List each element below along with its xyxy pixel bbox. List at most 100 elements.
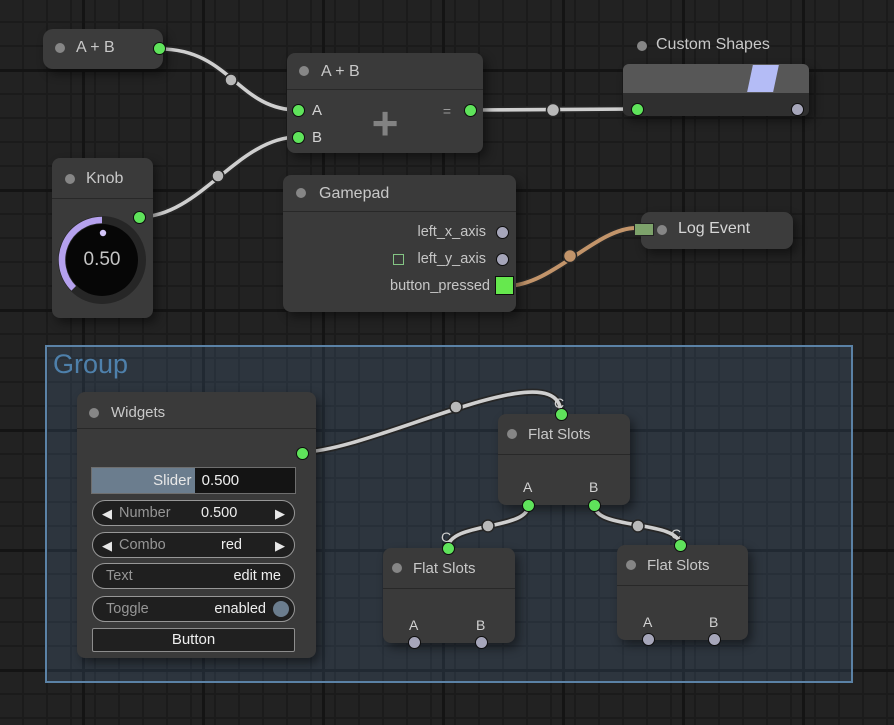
slot-label-b: B <box>709 614 718 630</box>
combo-value: red <box>221 537 242 553</box>
number-value: 0.500 <box>201 505 237 521</box>
node-ab-collapsed[interactable]: A + B <box>43 29 163 69</box>
combo-label: Combo <box>119 537 166 553</box>
output-label-eq: = <box>443 103 451 119</box>
output-slot-icon[interactable] <box>153 42 166 55</box>
slider-widget[interactable]: Slider 0.500 <box>92 468 295 493</box>
collapse-dot-icon[interactable] <box>657 225 667 235</box>
output-slot-icon[interactable] <box>791 103 804 116</box>
output-slot-icon[interactable] <box>464 104 477 117</box>
slot-c-icon[interactable] <box>442 542 455 555</box>
node-titlebar[interactable]: Gamepad <box>283 175 516 212</box>
node-flat-slots-right[interactable]: C Flat Slots A B <box>617 545 748 640</box>
collapse-dot-icon[interactable] <box>637 41 647 51</box>
reroute-dot[interactable] <box>225 74 237 86</box>
arrow-right-icon[interactable]: ▶ <box>275 538 285 554</box>
node-flat-slots-top[interactable]: C Flat Slots A B <box>498 414 630 505</box>
slot-label-b: B <box>589 479 598 495</box>
text-value: edit me <box>233 568 281 584</box>
node-title: Log Event <box>678 220 750 238</box>
node-title: Flat Slots <box>647 557 710 574</box>
slot-c-icon[interactable] <box>555 408 568 421</box>
node-knob[interactable]: Knob 0.50 <box>52 158 153 318</box>
number-widget[interactable]: ◀ Number 0.500 ▶ <box>92 500 295 526</box>
node-titlebar[interactable]: A + B <box>287 53 483 90</box>
node-titlebar[interactable]: Widgets <box>77 392 316 429</box>
knob-arc <box>62 220 102 288</box>
node-title: Flat Slots <box>528 426 591 443</box>
text-widget[interactable]: Text edit me <box>92 563 295 589</box>
event-slot-icon[interactable] <box>495 276 514 295</box>
node-ab-main[interactable]: A + B A B + = <box>287 53 483 153</box>
slot-label-b: B <box>476 617 485 633</box>
wire-eq-to-customshapes[interactable] <box>470 109 637 110</box>
output-label: left_y_axis <box>417 251 486 267</box>
input-slot-a-icon[interactable] <box>292 104 305 117</box>
toggle-value: enabled <box>214 601 266 617</box>
output-slot-icon[interactable] <box>496 253 509 266</box>
output-label: left_x_axis <box>417 224 486 240</box>
wire-absmall-to-a[interactable] <box>160 49 298 110</box>
output-slot-icon[interactable] <box>496 226 509 239</box>
slot-a-icon[interactable] <box>642 633 655 646</box>
knob-marker-icon <box>100 230 106 236</box>
output-slot-icon[interactable] <box>133 211 146 224</box>
slot-a-icon[interactable] <box>408 636 421 649</box>
slot-b-icon[interactable] <box>588 499 601 512</box>
node-widgets[interactable]: Widgets Slider 0.500 ◀ Number 0.500 ▶ ◀ … <box>77 392 316 658</box>
collapse-dot-icon[interactable] <box>55 43 65 53</box>
slider-label: Slider <box>153 472 191 489</box>
arrow-right-icon[interactable]: ▶ <box>275 506 285 522</box>
node-title: Flat Slots <box>413 560 476 577</box>
node-title: Widgets <box>111 404 165 421</box>
slot-label-a: A <box>523 479 532 495</box>
reroute-dot[interactable] <box>564 250 577 263</box>
slot-a-icon[interactable] <box>522 499 535 512</box>
node-title: Custom Shapes <box>656 36 770 54</box>
collapse-dot-icon[interactable] <box>392 563 402 573</box>
number-label: Number <box>119 505 171 521</box>
slot-b-icon[interactable] <box>708 633 721 646</box>
reroute-dot[interactable] <box>212 170 224 182</box>
text-label: Text <box>106 568 133 584</box>
node-title: A + B <box>321 63 360 81</box>
button-widget[interactable]: Button <box>92 628 295 652</box>
custom-shapes-body[interactable] <box>623 64 809 116</box>
node-editor-canvas[interactable]: Group <box>0 0 894 725</box>
button-label: Button <box>172 631 215 648</box>
output-label: button_pressed <box>390 278 490 294</box>
slot-label-a: A <box>409 617 418 633</box>
slot-b-icon[interactable] <box>475 636 488 649</box>
marker-square-icon <box>393 254 404 265</box>
input-slot-b-icon[interactable] <box>292 131 305 144</box>
reroute-dot[interactable] <box>547 104 560 117</box>
combo-widget[interactable]: ◀ Combo red ▶ <box>92 532 295 558</box>
collapse-dot-icon[interactable] <box>626 560 636 570</box>
collapse-dot-icon[interactable] <box>507 429 517 439</box>
wire-buttonpressed-to-logevent[interactable] <box>506 228 636 286</box>
arrow-left-icon[interactable]: ◀ <box>102 506 112 522</box>
node-custom-shapes[interactable]: Custom Shapes <box>623 36 809 116</box>
toggle-knob-icon[interactable] <box>273 601 289 617</box>
node-title: A + B <box>76 39 115 57</box>
wire-knob-to-b[interactable] <box>139 137 298 217</box>
event-input-slot-icon[interactable] <box>634 223 654 236</box>
group-title: Group <box>53 349 128 380</box>
collapse-dot-icon[interactable] <box>296 188 306 198</box>
output-slot-icon[interactable] <box>296 447 309 460</box>
node-title: Gamepad <box>319 185 389 203</box>
node-flat-slots-left[interactable]: C Flat Slots A B <box>383 548 515 643</box>
collapse-dot-icon[interactable] <box>89 408 99 418</box>
node-log-event[interactable]: Log Event <box>641 212 793 249</box>
custom-shapes-bar <box>623 64 809 93</box>
input-slot-icon[interactable] <box>631 103 644 116</box>
node-gamepad[interactable]: Gamepad left_x_axis left_y_axis button_p… <box>283 175 516 312</box>
plus-glyph: + <box>287 95 483 151</box>
toggle-label: Toggle <box>106 601 149 617</box>
knob-arc-layer <box>52 158 153 318</box>
toggle-widget[interactable]: Toggle enabled <box>92 596 295 622</box>
slot-c-icon[interactable] <box>674 539 687 552</box>
collapse-dot-icon[interactable] <box>299 66 309 76</box>
arrow-left-icon[interactable]: ◀ <box>102 538 112 554</box>
slot-label-a: A <box>643 614 652 630</box>
